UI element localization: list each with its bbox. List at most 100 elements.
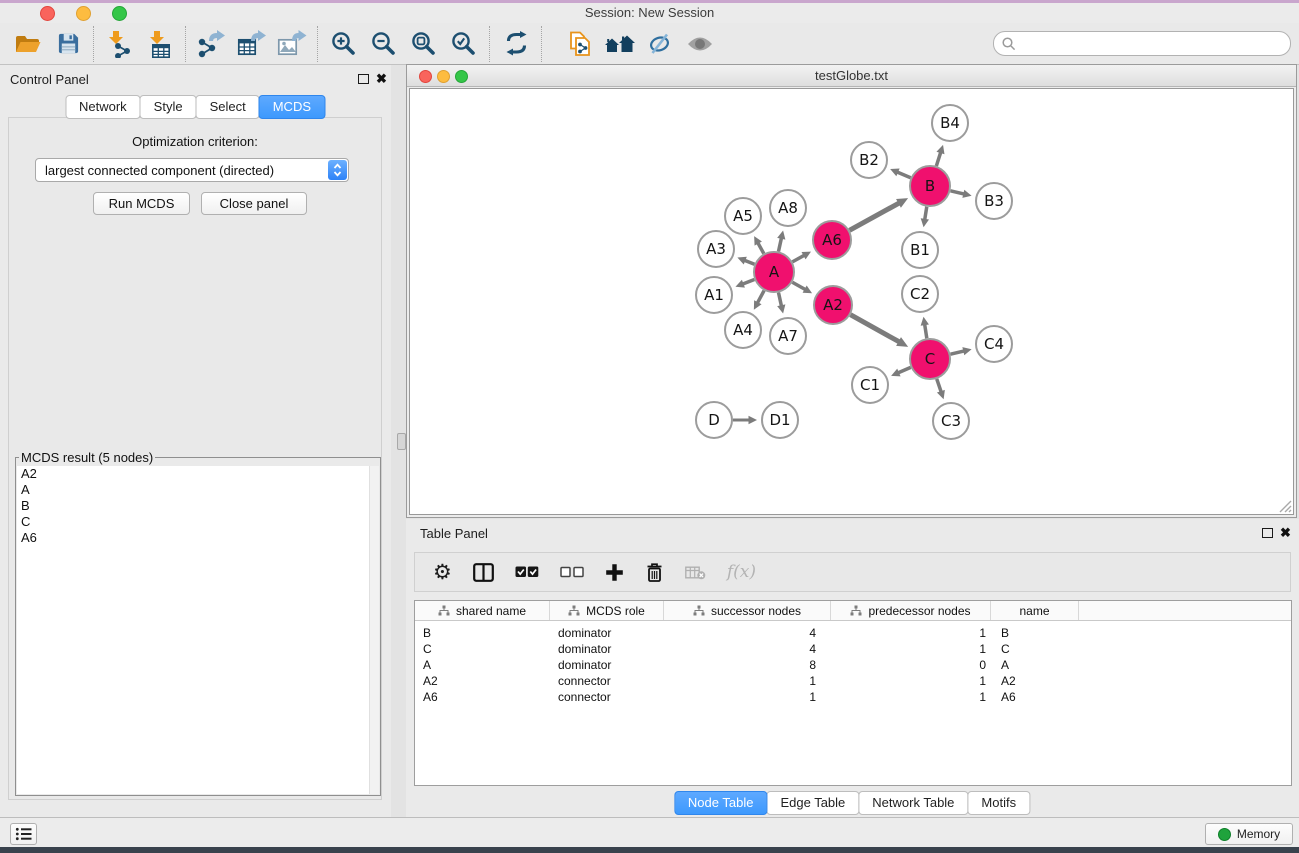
save-session-button[interactable] <box>48 26 88 62</box>
graph-edge-A-A3[interactable] <box>744 260 754 264</box>
tab-edge-table[interactable]: Edge Table <box>766 791 859 815</box>
vertical-split-handle[interactable] <box>397 433 406 450</box>
open-folder-icon <box>14 32 42 56</box>
tab-network[interactable]: Network <box>65 95 141 119</box>
graph-edge-B-B2[interactable] <box>897 172 911 178</box>
tab-network-table[interactable]: Network Table <box>858 791 968 815</box>
import-table-button[interactable] <box>140 26 180 62</box>
attribute-settings-gear-icon[interactable]: ⚙ <box>433 562 452 582</box>
close-window-light[interactable] <box>40 6 55 21</box>
graph-edge-arrowhead <box>777 304 785 313</box>
column-header-MCDS-role[interactable]: MCDS role <box>550 601 664 620</box>
export-image-button[interactable] <box>272 26 312 62</box>
graph-edge-C-C3[interactable] <box>937 379 941 392</box>
split-view-icon[interactable] <box>473 563 494 582</box>
float-table-panel-icon[interactable] <box>1262 528 1273 538</box>
graph-edge-A-A7[interactable] <box>778 293 781 307</box>
search-input[interactable] <box>1021 35 1282 52</box>
tab-style[interactable]: Style <box>140 95 197 119</box>
net-zoom-light[interactable] <box>455 70 468 83</box>
graph-edge-C-C1[interactable] <box>898 367 911 373</box>
zoom-selected-button[interactable] <box>444 26 484 62</box>
table-panel-tabs: Node TableEdge TableNetwork TableMotifs <box>675 791 1030 815</box>
table-row[interactable]: Cdominator41C <box>415 641 1291 657</box>
close-table-panel-icon[interactable]: ✖ <box>1280 528 1291 538</box>
table-cell: B <box>991 626 1079 640</box>
network-canvas[interactable]: A5A8A3A1A4A7AA6A2BB2B4B3B1C2CC4C1C3DD1 <box>409 88 1294 515</box>
mcds-result-item[interactable]: B <box>17 498 379 514</box>
delete-column-icon[interactable] <box>645 562 664 583</box>
close-panel-icon[interactable]: ✖ <box>376 74 387 84</box>
zoom-window-light[interactable] <box>112 6 127 21</box>
column-header-shared-name[interactable]: shared name <box>415 601 550 620</box>
mcds-result-item[interactable]: C <box>17 514 379 530</box>
graph-edge-A-A1[interactable] <box>742 280 754 285</box>
graph-edge-A-A2[interactable] <box>792 282 805 289</box>
tab-motifs[interactable]: Motifs <box>967 791 1030 815</box>
network-window-titlebar[interactable]: testGlobe.txt <box>407 65 1296 87</box>
select-all-icon[interactable] <box>515 566 539 578</box>
open-file-button[interactable] <box>8 26 48 62</box>
import-network-button[interactable] <box>100 26 140 62</box>
tab-mcds[interactable]: MCDS <box>259 95 325 119</box>
graph-edge-B-B1[interactable] <box>925 207 927 220</box>
memory-status-dot-icon <box>1218 828 1231 841</box>
mcds-result-item[interactable]: A <box>17 482 379 498</box>
zoom-fit-button[interactable] <box>404 26 444 62</box>
toolbar-separator <box>317 26 319 62</box>
memory-button[interactable]: Memory <box>1205 823 1293 845</box>
net-minimize-light[interactable] <box>437 70 450 83</box>
add-column-icon[interactable] <box>605 563 624 582</box>
graph-edge-arrowhead <box>921 317 929 326</box>
run-mcds-button[interactable]: Run MCDS <box>93 192 190 215</box>
minimize-window-light[interactable] <box>76 6 91 21</box>
tab-node-table[interactable]: Node Table <box>674 791 768 815</box>
home-view-button[interactable] <box>600 26 640 62</box>
deselect-all-icon[interactable] <box>560 566 584 578</box>
zoom-in-button[interactable] <box>324 26 364 62</box>
column-header-successor-nodes[interactable]: successor nodes <box>664 601 831 620</box>
column-type-icon <box>850 605 862 616</box>
refresh-view-button[interactable] <box>496 26 536 62</box>
net-close-light[interactable] <box>419 70 432 83</box>
export-network-button[interactable] <box>192 26 232 62</box>
graph-edge-C-C4[interactable] <box>950 351 964 354</box>
mcds-result-list[interactable]: A2ABCA6 <box>17 466 379 794</box>
graph-edge-B-B4[interactable] <box>936 152 940 166</box>
column-label: predecessor nodes <box>868 604 970 618</box>
search-field[interactable] <box>993 31 1291 56</box>
tab-select[interactable]: Select <box>196 95 260 119</box>
task-history-button[interactable] <box>10 823 37 845</box>
graph-edge-A-A4[interactable] <box>757 291 764 304</box>
table-row[interactable]: A6connector11A6 <box>415 689 1291 705</box>
clone-network-button[interactable] <box>560 26 600 62</box>
graph-edge-C-C2[interactable] <box>925 324 927 338</box>
table-row[interactable]: A2connector11A2 <box>415 673 1291 689</box>
graph-edge-A-A8[interactable] <box>778 238 781 252</box>
show-eye-button[interactable] <box>680 26 720 62</box>
graph-edge-A-A6[interactable] <box>792 255 804 262</box>
node-table[interactable]: shared nameMCDS rolesuccessor nodes prede… <box>414 600 1292 786</box>
graph-edge-A-A5[interactable] <box>758 243 764 254</box>
zoom-out-button[interactable] <box>364 26 404 62</box>
mcds-result-item[interactable]: A2 <box>17 466 379 482</box>
column-header-predecessor-nodes[interactable]: predecessor nodes <box>831 601 991 620</box>
float-panel-icon[interactable] <box>358 74 369 84</box>
table-cell: C <box>415 642 550 656</box>
graph-edge-A6-B[interactable] <box>850 203 900 230</box>
graph-edge-B-B3[interactable] <box>950 191 964 194</box>
table-cell: 1 <box>831 642 991 656</box>
table-row[interactable]: Adominator80A <box>415 657 1291 673</box>
graph-edge-A2-C[interactable] <box>850 315 899 342</box>
close-panel-button[interactable]: Close panel <box>201 192 307 215</box>
hide-graphics-details-button[interactable] <box>640 26 680 62</box>
result-scrollbar[interactable] <box>369 466 379 794</box>
import-table-icon <box>147 30 173 58</box>
search-icon <box>1001 36 1017 52</box>
window-resize-grip-icon[interactable] <box>1278 499 1292 513</box>
table-row[interactable]: Bdominator41B <box>415 625 1291 641</box>
mcds-result-item[interactable]: A6 <box>17 530 379 546</box>
optimization-criterion-select[interactable]: largest connected component (directed) <box>35 158 349 182</box>
column-header-name[interactable]: name <box>991 601 1079 620</box>
export-table-button[interactable] <box>232 26 272 62</box>
